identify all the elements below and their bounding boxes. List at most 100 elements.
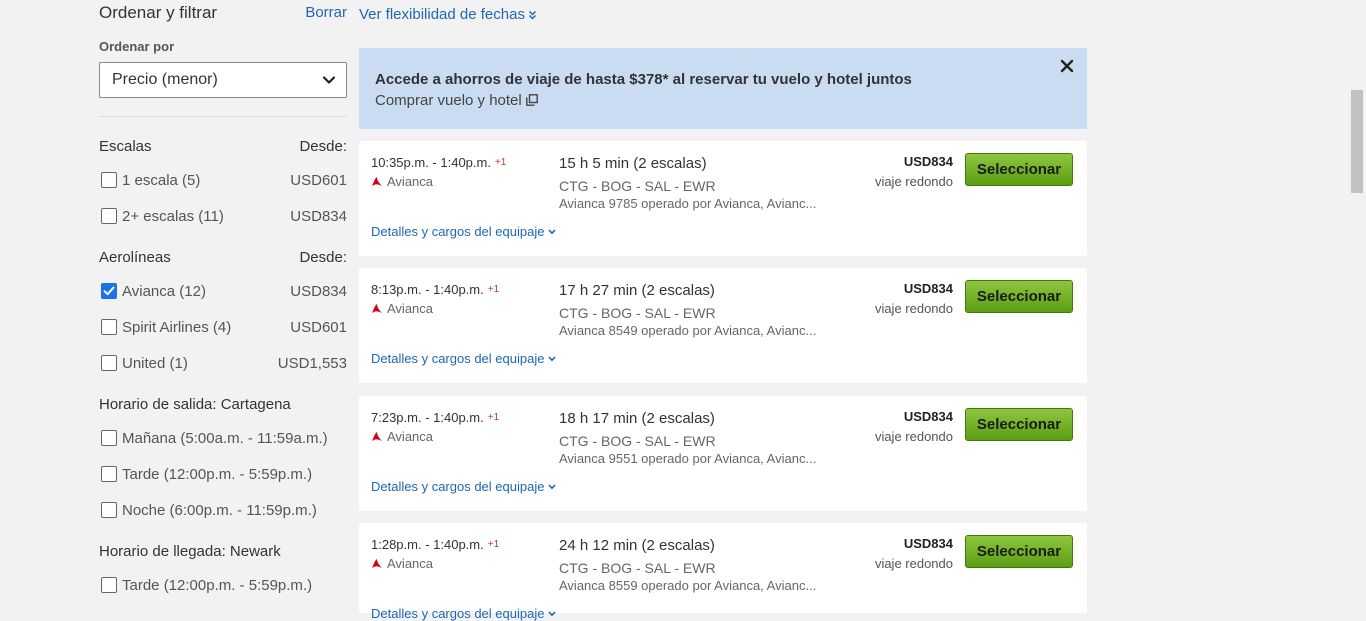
clear-filters-link[interactable]: Borrar xyxy=(305,4,347,21)
airline-label: Avianca xyxy=(387,174,434,189)
filter-label: United (1) xyxy=(122,355,188,372)
filter-label: Tarde (12:00p.m. - 5:59p.m.) xyxy=(122,577,313,594)
flight-price: USD834 xyxy=(903,409,953,424)
stops-from-label: Desde: xyxy=(299,138,347,155)
airline-name: Avianca xyxy=(371,174,433,189)
checkbox[interactable] xyxy=(101,466,117,482)
promo-link[interactable]: Comprar vuelo y hotel xyxy=(375,92,538,109)
checkbox[interactable] xyxy=(101,502,117,518)
airline-name: Avianca xyxy=(371,556,433,571)
baggage-details-link[interactable]: Detalles y cargos del equipaje xyxy=(371,606,557,621)
flight-time-range: 1:28p.m. - 1:40p.m. xyxy=(371,537,484,552)
flight-time-range: 7:23p.m. - 1:40p.m. xyxy=(371,410,484,425)
arrival-heading-label: Horario de llegada: Newark xyxy=(99,543,281,560)
sidebar-header: Ordenar y filtrar Borrar xyxy=(99,3,347,25)
promo-title: Accede a ahorros de viaje de hasta $378*… xyxy=(375,71,912,88)
airline-name: Avianca xyxy=(371,429,433,444)
select-flight-button[interactable]: Seleccionar xyxy=(965,408,1073,441)
checkbox[interactable] xyxy=(101,355,117,371)
flight-operator: Avianca 8559 operado por Avianca, Avianc… xyxy=(559,578,817,593)
stops-heading: Escalas Desde: xyxy=(99,138,347,158)
checkbox[interactable] xyxy=(101,319,117,335)
filter-label: 2+ escalas (11) xyxy=(122,208,224,225)
trip-type: viaje redondo xyxy=(874,174,953,189)
filter-departure-night[interactable]: Noche (6:00p.m. - 11:59p.m.) xyxy=(99,500,347,522)
date-flexibility-label: Ver flexibilidad de fechas xyxy=(359,6,525,23)
flight-operator: Avianca 9785 operado por Avianca, Avianc… xyxy=(559,196,817,211)
checkbox-checked[interactable] xyxy=(101,283,117,299)
select-flight-button[interactable]: Seleccionar xyxy=(965,280,1073,313)
arrival-heading: Horario de llegada: Newark xyxy=(99,543,347,563)
scrollbar-thumb[interactable] xyxy=(1351,90,1363,193)
double-chevron-down-icon xyxy=(528,11,536,20)
chevron-down-icon xyxy=(322,76,336,84)
baggage-details-link[interactable]: Detalles y cargos del equipaje xyxy=(371,479,557,494)
flight-times: 8:13p.m. - 1:40p.m. +1 xyxy=(371,282,499,297)
filter-arrival-afternoon[interactable]: Tarde (12:00p.m. - 5:59p.m.) xyxy=(99,575,347,597)
flight-result-card: 7:23p.m. - 1:40p.m. +1 Avianca 18 h 17 mi… xyxy=(359,396,1087,511)
chevron-down-icon xyxy=(548,356,557,362)
flight-price: USD834 xyxy=(903,281,953,296)
filter-label: Avianca (12) xyxy=(122,283,206,300)
baggage-details-link[interactable]: Detalles y cargos del equipaje xyxy=(371,351,557,366)
filter-stops-1[interactable]: 1 escala (5) USD601 xyxy=(99,170,347,192)
page-scrollbar[interactable] xyxy=(1349,0,1366,613)
checkbox[interactable] xyxy=(101,430,117,446)
flight-time-range: 8:13p.m. - 1:40p.m. xyxy=(371,282,484,297)
filter-departure-morning[interactable]: Mañana (5:00a.m. - 11:59a.m.) xyxy=(99,428,347,450)
flight-route: CTG - BOG - SAL - EWR xyxy=(559,433,716,449)
trip-type: viaje redondo xyxy=(874,429,953,444)
sidebar-divider xyxy=(99,116,347,117)
filter-label: 1 escala (5) xyxy=(122,172,201,189)
select-flight-button[interactable]: Seleccionar xyxy=(965,535,1073,568)
next-day-indicator: +1 xyxy=(487,539,500,550)
next-day-indicator: +1 xyxy=(494,157,507,168)
flight-price: USD834 xyxy=(903,154,953,169)
airlines-from-label: Desde: xyxy=(299,249,347,266)
checkbox[interactable] xyxy=(101,172,117,188)
filter-departure-afternoon[interactable]: Tarde (12:00p.m. - 5:59p.m.) xyxy=(99,464,347,486)
next-day-indicator: +1 xyxy=(487,284,500,295)
flight-times: 1:28p.m. - 1:40p.m. +1 xyxy=(371,537,499,552)
trip-type: viaje redondo xyxy=(874,556,953,571)
airlines-heading: Aerolíneas Desde: xyxy=(99,249,347,269)
flight-duration: 17 h 27 min (2 escalas) xyxy=(559,282,715,299)
filter-label: Tarde (12:00p.m. - 5:59p.m.) xyxy=(122,466,313,483)
filter-airline-spirit[interactable]: Spirit Airlines (4) USD601 xyxy=(99,317,347,339)
flight-route: CTG - BOG - SAL - EWR xyxy=(559,560,716,576)
checkbox[interactable] xyxy=(101,208,117,224)
flight-route: CTG - BOG - SAL - EWR xyxy=(559,305,716,321)
flight-time-range: 10:35p.m. - 1:40p.m. xyxy=(371,155,491,170)
date-flexibility-link[interactable]: Ver flexibilidad de fechas xyxy=(359,6,537,23)
filter-price: USD834 xyxy=(290,208,347,225)
avianca-logo-icon xyxy=(372,432,382,441)
next-day-indicator: +1 xyxy=(487,412,500,423)
external-link-icon xyxy=(525,94,538,106)
sort-select-value: Precio (menor) xyxy=(112,71,218,88)
filter-price: USD601 xyxy=(290,172,347,189)
avianca-logo-icon xyxy=(372,304,382,313)
flight-duration: 15 h 5 min (2 escalas) xyxy=(559,155,707,172)
filter-airline-united[interactable]: United (1) USD1,553 xyxy=(99,353,347,375)
promo-banner: Accede a ahorros de viaje de hasta $378*… xyxy=(359,48,1087,129)
filter-price: USD1,553 xyxy=(277,355,347,372)
baggage-details-link[interactable]: Detalles y cargos del equipaje xyxy=(371,224,557,239)
checkmark-icon xyxy=(103,286,115,296)
flight-operator: Avianca 8549 operado por Avianca, Avianc… xyxy=(559,323,817,338)
checkbox[interactable] xyxy=(101,577,117,593)
filter-airline-avianca[interactable]: Avianca (12) USD834 xyxy=(99,281,347,303)
flight-route: CTG - BOG - SAL - EWR xyxy=(559,178,716,194)
close-icon[interactable] xyxy=(1060,59,1074,73)
flight-result-card: 1:28p.m. - 1:40p.m. +1 Avianca 24 h 12 mi… xyxy=(359,523,1087,621)
airlines-heading-label: Aerolíneas xyxy=(99,249,171,266)
sort-select[interactable]: Precio (menor) xyxy=(99,62,347,98)
baggage-details-label: Detalles y cargos del equipaje xyxy=(371,479,545,494)
departure-heading: Horario de salida: Cartagena xyxy=(99,396,347,416)
avianca-logo-icon xyxy=(372,559,382,568)
stops-heading-label: Escalas xyxy=(99,138,152,155)
filter-label: Noche (6:00p.m. - 11:59p.m.) xyxy=(122,502,317,519)
filter-stops-2plus[interactable]: 2+ escalas (11) USD834 xyxy=(99,206,347,228)
select-flight-button[interactable]: Seleccionar xyxy=(965,153,1073,186)
chevron-down-icon xyxy=(548,484,557,490)
filter-label: Spirit Airlines (4) xyxy=(122,319,232,336)
